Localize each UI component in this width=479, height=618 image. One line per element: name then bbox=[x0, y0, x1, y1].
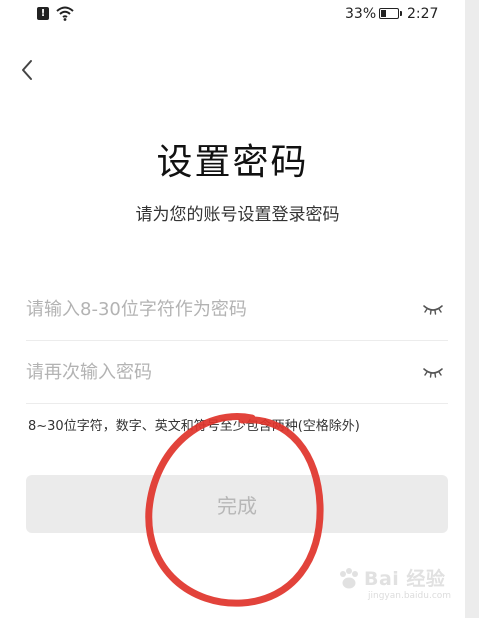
password-rule-hint: 8~30位字符，数字、英文和符号至少包含两种(空格除外) bbox=[28, 419, 360, 434]
back-button[interactable] bbox=[16, 56, 40, 84]
page-subtitle: 请为您的账号设置登录密码 bbox=[135, 205, 340, 225]
watermark-logo-text: Bai 经验 bbox=[364, 568, 446, 590]
page-title: 设置密码 bbox=[156, 142, 309, 183]
chevron-left-icon bbox=[22, 60, 32, 80]
eye-closed-icon bbox=[423, 368, 443, 378]
eye-closed-icon bbox=[423, 305, 443, 315]
app-screen: ! 33% 2:27 设置密码 请为您的账号设置登录密码 8~30位字符，数字、… bbox=[0, 0, 465, 618]
password-field bbox=[26, 278, 448, 341]
done-button[interactable]: 完成 bbox=[26, 475, 448, 533]
confirm-password-input[interactable] bbox=[26, 341, 406, 403]
baidu-jingyan-watermark: Bai 经验 jingyan.baidu.com bbox=[336, 564, 456, 610]
status-bar: ! 33% 2:27 bbox=[0, 0, 465, 30]
paw-logo-icon bbox=[340, 568, 358, 589]
screen-edge bbox=[465, 0, 479, 618]
confirm-password-field bbox=[26, 341, 448, 404]
confirm-visibility-toggle[interactable] bbox=[422, 363, 444, 379]
battery-level bbox=[381, 10, 386, 17]
warning-icon: ! bbox=[37, 7, 49, 20]
wifi-icon bbox=[55, 5, 75, 25]
password-visibility-toggle[interactable] bbox=[422, 300, 444, 316]
battery-icon bbox=[379, 8, 402, 19]
watermark-url: jingyan.baidu.com bbox=[368, 591, 452, 601]
battery-percent: 33% bbox=[345, 6, 377, 22]
password-input[interactable] bbox=[26, 278, 406, 340]
status-time: 2:27 bbox=[407, 6, 439, 22]
